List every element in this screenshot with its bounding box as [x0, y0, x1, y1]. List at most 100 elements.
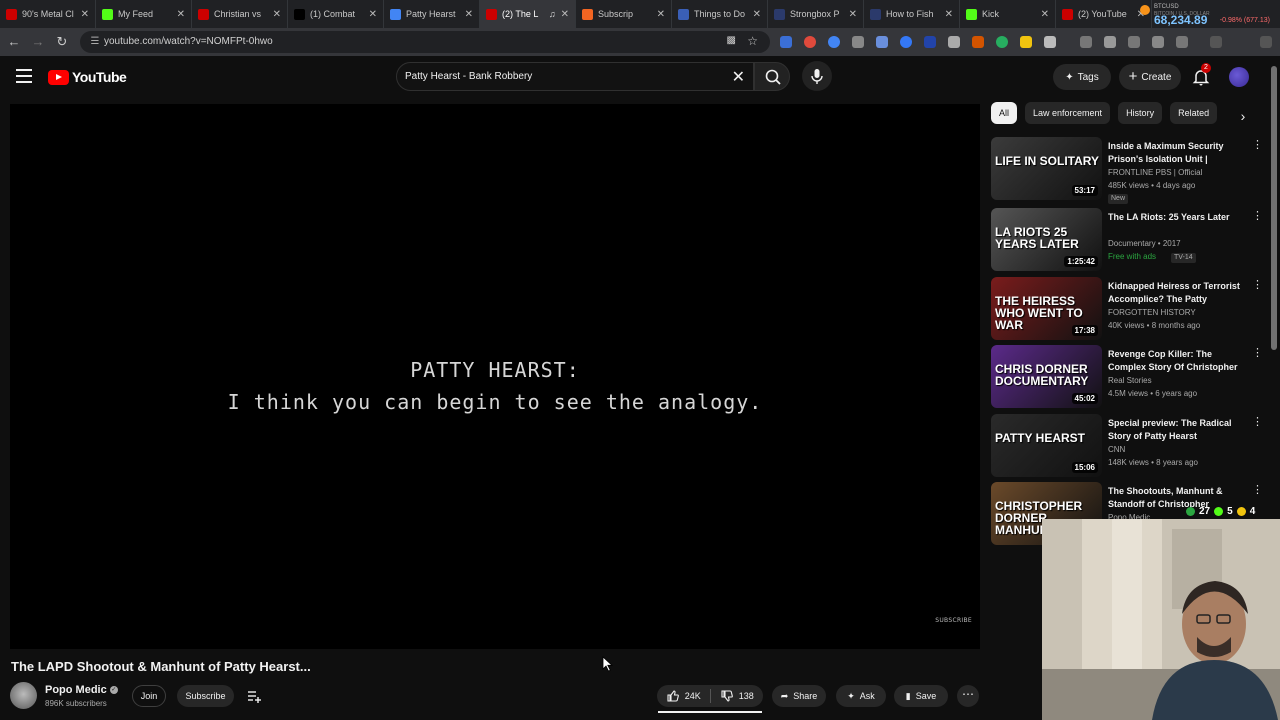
- recommendation-title[interactable]: Revenge Cop Killer: The Complex Story Of…: [1108, 348, 1243, 375]
- install-app-icon[interactable]: ▩: [727, 35, 736, 46]
- add-to-queue-icon[interactable]: [246, 688, 262, 704]
- video-player[interactable]: PATTY HEARST: I think you can begin to s…: [10, 104, 980, 649]
- extension-icon[interactable]: [852, 36, 864, 48]
- recommendation-channel[interactable]: FRONTLINE PBS | Official: [1108, 168, 1202, 177]
- search-input[interactable]: Patty Hearst - Bank Robbery ✕: [396, 62, 754, 91]
- join-button[interactable]: Join: [132, 685, 166, 707]
- menu-dots-icon[interactable]: [1260, 36, 1272, 48]
- more-options-icon[interactable]: ⋮: [1252, 417, 1263, 428]
- reload-icon[interactable]: ↻: [54, 34, 70, 50]
- extension-icon[interactable]: [828, 36, 840, 48]
- url-field[interactable]: ☰ youtube.com/watch?v=NOMFPt-0hwo ▩ ☆: [80, 31, 770, 53]
- video-thumbnail[interactable]: PATTY HEARST 15:06: [991, 414, 1102, 477]
- browser-tab[interactable]: Things to Do ✕: [672, 0, 768, 28]
- extension-icon[interactable]: [804, 36, 816, 48]
- youtube-logo[interactable]: YouTube: [48, 69, 127, 85]
- tab-close-icon[interactable]: ✕: [81, 9, 89, 20]
- share-button[interactable]: ➦ Share: [772, 685, 826, 707]
- browser-tab[interactable]: 90's Metal Cl ✕: [0, 0, 96, 28]
- more-options-icon[interactable]: ⋮: [1252, 485, 1263, 496]
- more-actions-icon[interactable]: ⋯: [957, 685, 979, 707]
- browser-tab[interactable]: (2) YouTube ✕: [1056, 0, 1152, 28]
- browser-tab[interactable]: (2) The L ♫ ✕: [480, 0, 576, 28]
- tab-close-icon[interactable]: ✕: [849, 9, 857, 20]
- recommendation-title[interactable]: The LA Riots: 25 Years Later: [1108, 211, 1243, 224]
- bookmark-star-icon[interactable]: ☆: [747, 34, 758, 48]
- more-options-icon[interactable]: ⋮: [1252, 211, 1263, 222]
- filter-chip[interactable]: All: [991, 102, 1018, 124]
- channel-name[interactable]: Popo Medic: [45, 684, 107, 696]
- filter-chip[interactable]: History: [1118, 102, 1163, 124]
- more-options-icon[interactable]: ⋮: [1252, 280, 1263, 291]
- site-info-icon[interactable]: ☰: [88, 35, 102, 49]
- tab-close-icon[interactable]: ✕: [657, 9, 665, 20]
- screenshot-icon[interactable]: [1104, 36, 1116, 48]
- voice-search-button[interactable]: [802, 61, 832, 91]
- search-button[interactable]: [754, 62, 790, 91]
- recommendation-title[interactable]: Kidnapped Heiress or Terrorist Accomplic…: [1108, 280, 1243, 307]
- like-button[interactable]: 24K: [657, 685, 710, 707]
- extension-icon[interactable]: [996, 36, 1008, 48]
- extension-icon[interactable]: [780, 36, 792, 48]
- recommendation-item[interactable]: LIFE IN SOLITARY 53:17 Inside a Maximum Se…: [991, 137, 1263, 204]
- extension-icon[interactable]: [972, 36, 984, 48]
- browser-tab[interactable]: Strongbox P ✕: [768, 0, 864, 28]
- browser-tab[interactable]: Patty Hearst ✕: [384, 0, 480, 28]
- extension-icon[interactable]: [900, 36, 912, 48]
- subscribe-watermark[interactable]: SUBSCRIBE: [935, 617, 972, 624]
- forward-arrow-icon[interactable]: →: [30, 34, 46, 50]
- filter-chip[interactable]: Related: [1170, 102, 1218, 124]
- browser-tab[interactable]: My Feed ✕: [96, 0, 192, 28]
- recommendation-item[interactable]: THE HEIRESS WHO WENT TO WAR 17:38 Kidnappe…: [991, 277, 1263, 341]
- recommendation-channel[interactable]: CNN: [1108, 445, 1125, 454]
- more-options-icon[interactable]: ⋮: [1252, 348, 1263, 359]
- profile-icon[interactable]: [1152, 36, 1164, 48]
- recommendation-item[interactable]: PATTY HEARST 15:06 Special preview: The Ra…: [991, 414, 1263, 478]
- back-arrow-icon[interactable]: ←: [6, 34, 22, 50]
- video-thumbnail[interactable]: LIFE IN SOLITARY 53:17: [991, 137, 1102, 200]
- clear-search-icon[interactable]: ✕: [732, 67, 745, 87]
- recommendation-channel[interactable]: Documentary • 2017: [1108, 239, 1181, 248]
- extension-icon[interactable]: [876, 36, 888, 48]
- extension-icon[interactable]: [1020, 36, 1032, 48]
- recommendation-channel[interactable]: FORGOTTEN HISTORY: [1108, 308, 1196, 317]
- recommendation-title[interactable]: Special preview: The Radical Story of Pa…: [1108, 417, 1243, 443]
- extension-icon[interactable]: [924, 36, 936, 48]
- tab-close-icon[interactable]: ✕: [465, 9, 473, 20]
- account-avatar[interactable]: [1229, 67, 1249, 87]
- sidebar-scrollbar[interactable]: [1271, 66, 1277, 350]
- history-icon[interactable]: [1080, 36, 1092, 48]
- devtools-icon[interactable]: [1128, 36, 1140, 48]
- recommendation-title[interactable]: Inside a Maximum Security Prison's Isola…: [1108, 140, 1243, 167]
- tab-close-icon[interactable]: ✕: [1041, 9, 1049, 20]
- subscribe-button[interactable]: Subscribe: [177, 685, 234, 707]
- tab-close-icon[interactable]: ✕: [753, 9, 761, 20]
- browser-tab[interactable]: Kick ✕: [960, 0, 1056, 28]
- download-icon[interactable]: [1210, 36, 1222, 48]
- tags-button[interactable]: ✦ Tags: [1053, 64, 1111, 90]
- extensions-puzzle-icon[interactable]: [1044, 36, 1056, 48]
- recommendation-item[interactable]: LA RIOTS 25 YEARS LATER 1:25:42 The LA Rio…: [991, 208, 1263, 272]
- save-button[interactable]: ▮ Save: [894, 685, 948, 707]
- tab-audio-icon[interactable]: ♫: [549, 9, 556, 19]
- browser-tab[interactable]: Christian vs ✕: [192, 0, 288, 28]
- ask-button[interactable]: ✦ Ask: [836, 685, 886, 707]
- tab-close-icon[interactable]: ✕: [561, 9, 569, 20]
- browser-tab[interactable]: Subscrip ✕: [576, 0, 672, 28]
- chevron-right-icon[interactable]: ›: [1236, 108, 1250, 124]
- video-thumbnail[interactable]: CHRIS DORNER DOCUMENTARY 45:02: [991, 345, 1102, 408]
- dislike-button[interactable]: 138: [711, 685, 764, 707]
- video-thumbnail[interactable]: LA RIOTS 25 YEARS LATER 1:25:42: [991, 208, 1102, 271]
- more-options-icon[interactable]: ⋮: [1252, 140, 1263, 151]
- extension-icon[interactable]: [948, 36, 960, 48]
- browser-tab[interactable]: (1) Combat ✕: [288, 0, 384, 28]
- tab-close-icon[interactable]: ✕: [945, 9, 953, 20]
- browser-tab[interactable]: How to Fish ✕: [864, 0, 960, 28]
- zoom-icon[interactable]: [1176, 36, 1188, 48]
- filter-chip[interactable]: Law enforcement: [1025, 102, 1111, 124]
- tab-close-icon[interactable]: ✕: [273, 9, 281, 20]
- video-thumbnail[interactable]: THE HEIRESS WHO WENT TO WAR 17:38: [991, 277, 1102, 340]
- create-button[interactable]: + Create: [1119, 64, 1181, 90]
- recommendation-item[interactable]: CHRIS DORNER DOCUMENTARY 45:02 Revenge Cop…: [991, 345, 1263, 409]
- tab-close-icon[interactable]: ✕: [369, 9, 377, 20]
